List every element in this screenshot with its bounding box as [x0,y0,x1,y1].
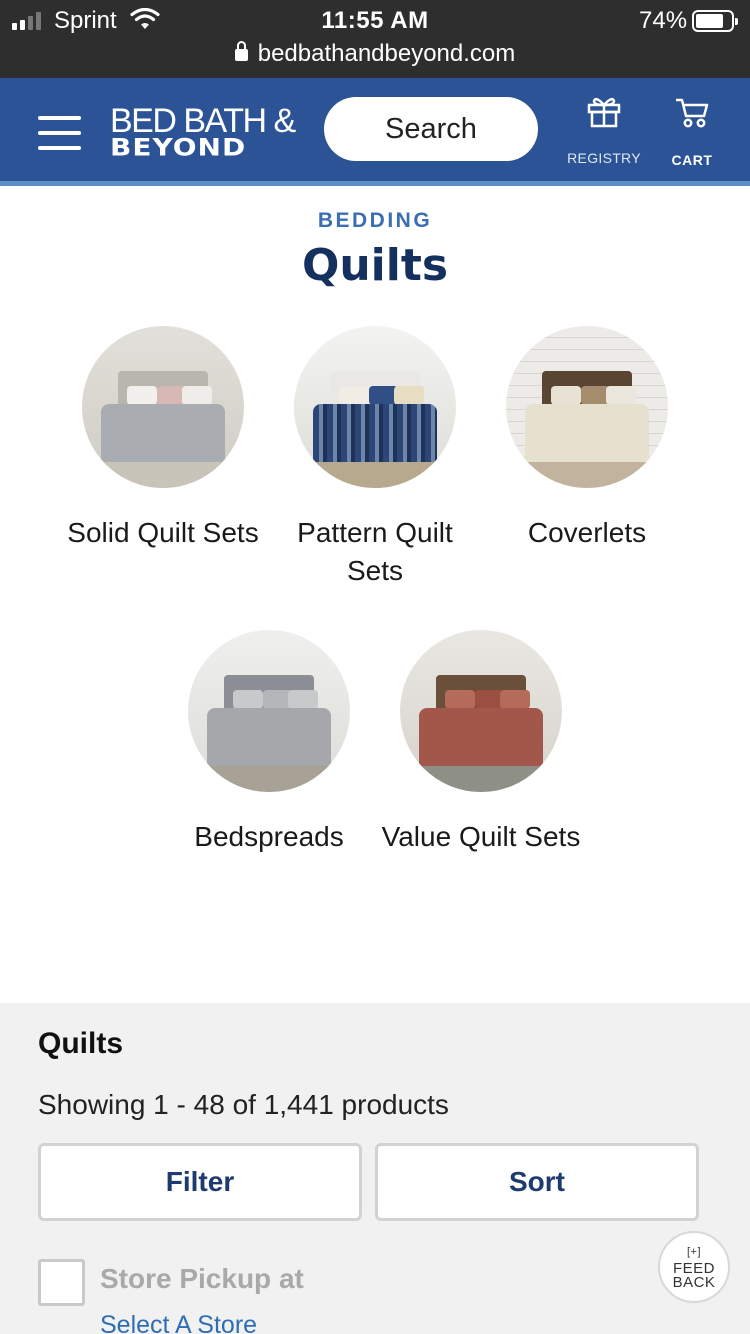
category-tile-coverlets[interactable]: Coverlets [487,326,687,552]
gift-icon [587,97,621,128]
store-pickup-checkbox[interactable] [38,1259,85,1306]
feedback-label-line2: BACK [672,1273,716,1291]
pattern-quilt-bed-photo [294,326,456,488]
solid-quilt-bed-photo [82,326,244,488]
logo-line2: BEYOND [110,133,247,162]
bedspread-bed-photo [188,630,350,792]
battery-icon [692,10,738,32]
feedback-button[interactable]: [+] FEED BACK [658,1231,730,1303]
tile-label: Pattern Quilt Sets [297,517,453,586]
cart-label: CART [671,152,713,168]
lock-icon [234,41,248,61]
feedback-plus-icon: [+] [686,1245,702,1258]
category-tile-pattern-quilt-sets[interactable]: Pattern Quilt Sets [275,326,475,590]
site-header: BED BATH & BEYOND Search REGISTRY CART [0,78,750,186]
search-box[interactable]: Search [324,97,538,161]
category-breadcrumb[interactable]: BEDDING [0,209,750,233]
url-text: bedbathandbeyond.com [257,40,516,67]
address-bar[interactable]: bedbathandbeyond.com [0,40,750,68]
cart-button[interactable]: CART [664,96,720,168]
cart-icon [676,98,709,128]
battery-percent: 74% [639,7,688,34]
results-title: Quilts [38,1027,124,1060]
sort-button[interactable]: Sort [375,1143,699,1221]
tile-label: Coverlets [527,517,647,548]
category-tile-value-quilt-sets[interactable]: Value Quilt Sets [381,630,581,856]
site-logo[interactable]: BED BATH & BEYOND [110,104,296,164]
page-title: Quilts [301,240,449,291]
filter-button[interactable]: Filter [38,1143,362,1221]
registry-label: REGISTRY [567,150,641,166]
tile-label: Solid Quilt Sets [67,517,259,548]
category-tile-bedspreads[interactable]: Bedspreads [169,630,369,856]
tile-label: Bedspreads [194,821,344,852]
store-pickup-label: Store Pickup at [100,1263,304,1294]
coverlet-bed-photo [506,326,668,488]
status-bar: Sprint 11:55 AM 74% bedbathandbeyond.com [0,0,750,78]
value-quilt-bed-photo [400,630,562,792]
category-tile-solid-quilt-sets[interactable]: Solid Quilt Sets [63,326,263,552]
results-section: Quilts Showing 1 - 48 of 1,441 products … [0,1003,750,1334]
tile-label: Value Quilt Sets [381,821,581,852]
results-count: Showing 1 - 48 of 1,441 products [38,1089,449,1120]
registry-button[interactable]: REGISTRY [566,96,642,166]
select-store-link[interactable]: Select A Store [100,1311,257,1334]
menu-icon[interactable] [38,116,81,150]
clock: 11:55 AM [321,7,429,34]
